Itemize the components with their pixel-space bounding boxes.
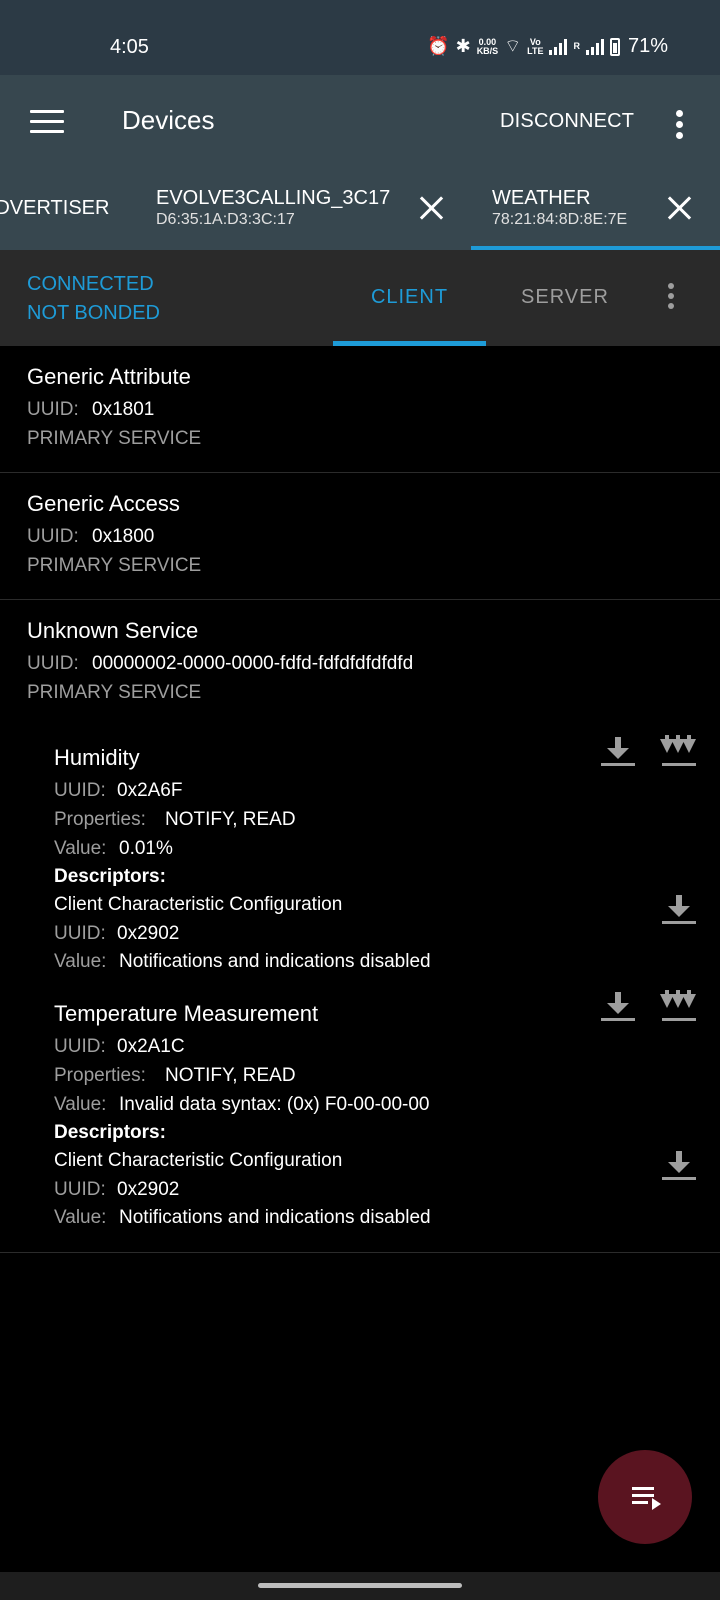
download-icon[interactable] — [661, 1149, 697, 1183]
properties-label: Properties: — [54, 809, 146, 830]
characteristic-properties: NOTIFY, READ — [165, 1065, 296, 1086]
close-icon[interactable] — [418, 195, 444, 221]
descriptor-name: Client Characteristic Configuration — [54, 894, 343, 915]
log-fab-button[interactable] — [598, 1450, 692, 1544]
home-gesture-handle[interactable] — [258, 1583, 462, 1588]
volte-bottom: LTE — [527, 45, 544, 56]
menu-icon[interactable] — [30, 110, 64, 134]
log-icon — [632, 1487, 661, 1510]
more-vert-icon[interactable] — [676, 110, 684, 139]
device-tab-name: EVOLVE3CALLING_3C17 — [156, 187, 391, 209]
wifi-icon: ⌔ — [504, 36, 522, 56]
uuid-label: UUID: — [54, 1036, 106, 1057]
descriptors-label: Descriptors: — [54, 866, 166, 887]
alarm-icon: ⏰ — [427, 36, 450, 56]
descriptor-uuid: 0x2902 — [117, 1179, 180, 1200]
more-vert-icon[interactable] — [668, 283, 676, 311]
uuid-label: UUID: — [54, 1179, 106, 1200]
uuid-label: UUID: — [27, 399, 79, 420]
characteristic-name: Temperature Measurement — [54, 1001, 319, 1026]
value-label: Value: — [54, 1094, 107, 1115]
descriptors-label: Descriptors: — [54, 1122, 166, 1143]
app-bar: Devices DISCONNECT — [0, 75, 720, 170]
service-type: PRIMARY SERVICE — [27, 555, 202, 576]
status-icons: ⏰ ✱ 0.00 KB/S ⌔ Vo LTE R 71% — [427, 35, 668, 58]
device-tab-name: ADVERTISER — [0, 197, 110, 219]
tab-server[interactable]: SERVER — [500, 286, 630, 309]
descriptor-name: Client Characteristic Configuration — [54, 1150, 343, 1171]
service-name: Generic Access — [27, 491, 180, 516]
service-uuid: 0x1800 — [92, 526, 155, 547]
uuid-label: UUID: — [27, 653, 79, 674]
tab-client-label: CLIENT — [370, 286, 449, 308]
notify-icon[interactable] — [660, 990, 697, 1024]
uuid-label: UUID: — [54, 923, 106, 944]
uuid-label: UUID: — [27, 526, 79, 547]
descriptor-value: Notifications and indications disabled — [119, 1207, 431, 1228]
characteristic-value: 0.01% — [119, 838, 173, 859]
disconnect-button[interactable]: DISCONNECT — [500, 110, 634, 133]
service-type: PRIMARY SERVICE — [27, 682, 202, 703]
signal-icon-1 — [549, 38, 568, 55]
value-label: Value: — [54, 838, 107, 859]
volte-icon: Vo LTE — [527, 37, 544, 56]
service-item[interactable]: Generic Access UUID: 0x1800 PRIMARY SERV… — [0, 473, 720, 600]
roaming-indicator: R — [573, 41, 580, 51]
service-uuid: 00000002-0000-0000-fdfd-fdfdfdfdfdfd — [92, 653, 414, 674]
page-title: Devices — [122, 105, 215, 135]
characteristic-uuid: 0x2A1C — [117, 1036, 185, 1057]
status-time: 4:05 — [110, 36, 149, 58]
battery-percent: 71% — [627, 35, 668, 57]
characteristic-uuid: 0x2A6F — [117, 780, 183, 801]
tab-client[interactable]: CLIENT — [333, 250, 486, 346]
value-label: Value: — [54, 951, 107, 972]
notify-icon[interactable] — [660, 735, 697, 769]
properties-label: Properties: — [54, 1065, 146, 1086]
status-bar: 4:05 ⏰ ✱ 0.00 KB/S ⌔ Vo LTE R 71% — [0, 0, 720, 75]
device-tabs: ADVERTISER EVOLVE3CALLING_3C17 D6:35:1A:… — [0, 170, 720, 250]
signal-icon-2 — [585, 38, 604, 55]
value-label: Value: — [54, 1207, 107, 1228]
service-type: PRIMARY SERVICE — [27, 428, 202, 449]
bond-state: NOT BONDED — [27, 302, 160, 324]
bluetooth-icon: ✱ — [455, 36, 471, 56]
characteristic-properties: NOTIFY, READ — [165, 809, 296, 830]
device-tab-name: WEATHER — [492, 187, 591, 209]
download-icon[interactable] — [661, 893, 697, 927]
service-item[interactable]: Unknown Service UUID: 00000002-0000-0000… — [0, 600, 720, 1253]
characteristic-name: Humidity — [54, 745, 140, 770]
download-icon[interactable] — [600, 735, 636, 769]
descriptor-value: Notifications and indications disabled — [119, 951, 431, 972]
characteristic-value: Invalid data syntax: (0x) F0-00-00-00 — [119, 1094, 430, 1115]
service-uuid: 0x1801 — [92, 399, 155, 420]
net-speed-unit: KB/S — [476, 45, 499, 56]
battery-icon — [609, 37, 620, 56]
connection-state: CONNECTED — [27, 273, 154, 295]
device-tab-address: 78:21:84:8D:8E:7E — [492, 211, 628, 228]
device-tab-address: D6:35:1A:D3:3C:17 — [156, 211, 295, 228]
connection-bar: CONNECTED NOT BONDED CLIENT SERVER — [0, 250, 720, 346]
net-speed: 0.00 KB/S — [476, 37, 499, 56]
uuid-label: UUID: — [54, 780, 106, 801]
download-icon[interactable] — [600, 990, 636, 1024]
descriptor-uuid: 0x2902 — [117, 923, 180, 944]
close-icon[interactable] — [666, 195, 692, 221]
service-name: Generic Attribute — [27, 364, 191, 389]
service-item[interactable]: Generic Attribute UUID: 0x1801 PRIMARY S… — [0, 346, 720, 473]
service-name: Unknown Service — [27, 618, 199, 643]
